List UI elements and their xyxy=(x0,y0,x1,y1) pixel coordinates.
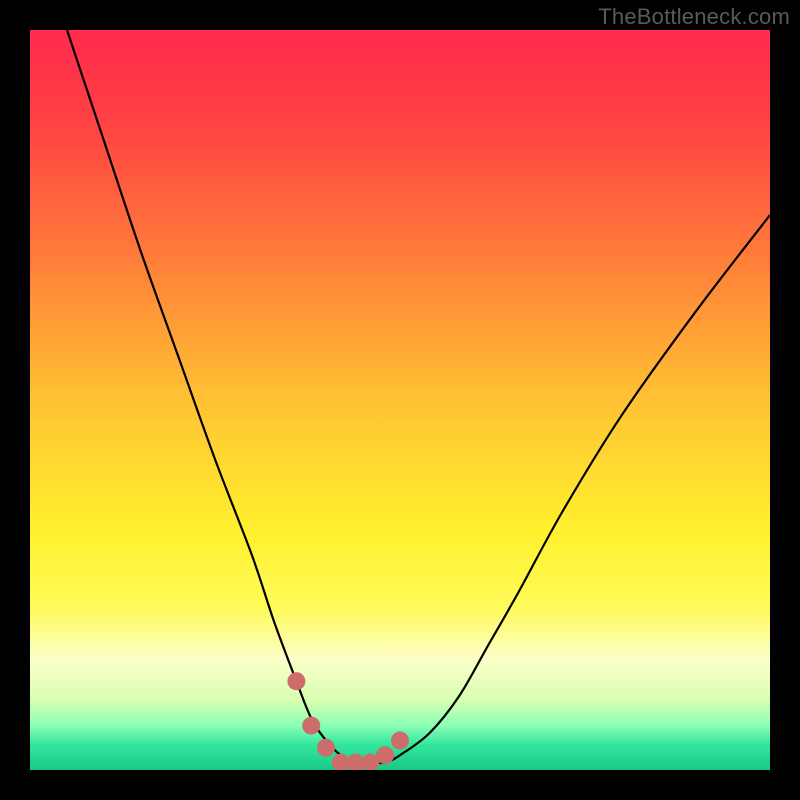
plot-area xyxy=(30,30,770,770)
bottleneck-curve xyxy=(67,30,770,763)
marker-point xyxy=(287,672,305,690)
marker-point xyxy=(317,739,335,757)
marker-point xyxy=(376,746,394,764)
marker-group xyxy=(287,672,409,770)
curve-layer xyxy=(30,30,770,770)
outer-frame: TheBottleneck.com xyxy=(0,0,800,800)
marker-point xyxy=(302,717,320,735)
watermark-text: TheBottleneck.com xyxy=(598,4,790,30)
marker-point xyxy=(391,731,409,749)
